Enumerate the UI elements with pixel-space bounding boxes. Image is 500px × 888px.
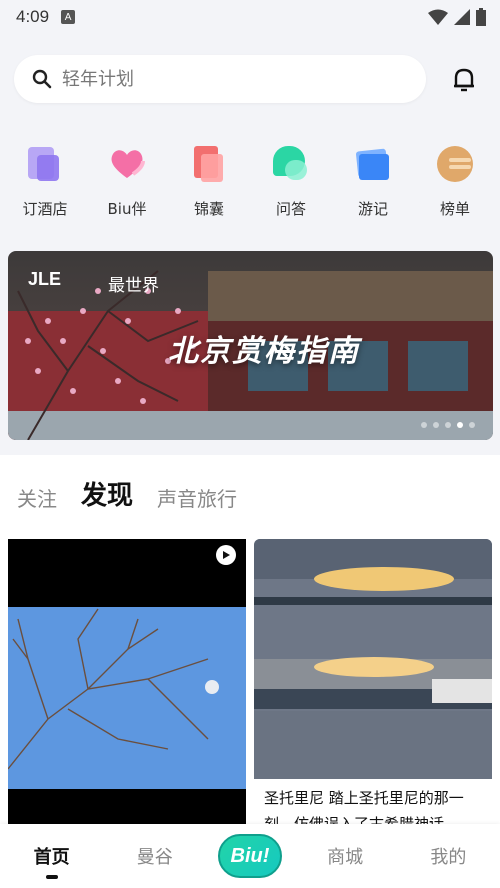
bottom-nav: 首页 曼谷 Biu! 商城 我的 [0, 824, 500, 888]
nav-mango[interactable]: 曼谷 [115, 843, 195, 869]
carousel-dot [469, 422, 475, 428]
quick-access-row: 订酒店 Biu伴 锦囊 问答 游记 榜单 [0, 144, 500, 224]
nav-home[interactable]: 首页 [12, 843, 92, 879]
battery-icon [476, 8, 486, 26]
carousel-dots [421, 422, 475, 428]
quick-item-hotel[interactable]: 订酒店 [8, 144, 82, 224]
quick-label: 订酒店 [22, 200, 68, 218]
quick-item-tips[interactable]: 锦囊 [172, 144, 246, 224]
banner-title: 北京赏梅指南 [168, 334, 360, 369]
quick-label: 榜单 [439, 200, 470, 218]
bell-icon[interactable] [452, 67, 476, 93]
carousel-dot [433, 422, 439, 428]
bag-icon [189, 144, 229, 184]
nav-mine[interactable]: 我的 [408, 843, 488, 869]
quick-label: Biu伴 [107, 200, 147, 218]
signal-icon [454, 9, 470, 25]
search-icon [32, 69, 52, 89]
feed-card-santorini[interactable] [254, 539, 492, 779]
ranking-icon [435, 144, 475, 184]
search-box[interactable] [14, 55, 426, 103]
quick-item-biu-partner[interactable]: Biu伴 [90, 144, 164, 224]
tab-discover-label: 发现 [81, 481, 134, 511]
wifi-icon [428, 9, 448, 25]
feed-card-video[interactable] [8, 539, 246, 829]
status-bar: 4:09 A [0, 0, 500, 34]
banner-logo-sub: 最世界 [108, 276, 159, 296]
feed-tabs: 关注 发现 声音旅行 [17, 475, 237, 512]
card-image-sunset [254, 539, 492, 779]
nav-mall[interactable]: 商城 [305, 843, 385, 869]
notification-badge-icon: A [61, 10, 76, 24]
quick-item-ranking[interactable]: 榜单 [418, 144, 492, 224]
quick-item-travelogue[interactable]: 游记 [336, 144, 410, 224]
search-input[interactable] [62, 68, 382, 90]
quick-label: 游记 [357, 200, 388, 218]
tab-follow[interactable]: 关注 [17, 483, 57, 512]
play-icon[interactable] [216, 545, 236, 565]
hotel-icon [25, 144, 65, 184]
carousel-dot-active [457, 422, 463, 428]
banner-logo: JLE [28, 269, 62, 289]
chat-icon [271, 144, 311, 184]
carousel-dot [445, 422, 451, 428]
tab-discover[interactable]: 发现 [81, 475, 134, 512]
card-image-branches [8, 607, 246, 789]
status-icons [428, 8, 486, 26]
quick-label: 问答 [275, 200, 306, 218]
banner-carousel[interactable]: JLE 最世界 北京赏梅指南 [8, 251, 493, 440]
carousel-dot [421, 422, 427, 428]
tab-audio-travel[interactable]: 声音旅行 [157, 483, 237, 512]
notes-icon [353, 144, 393, 184]
search-row [14, 55, 486, 103]
status-time: 4:09 [16, 7, 50, 26]
heart-icon [107, 144, 147, 184]
quick-label: 锦囊 [193, 200, 224, 218]
quick-item-qa[interactable]: 问答 [254, 144, 328, 224]
nav-biu-button[interactable]: Biu! [217, 834, 282, 878]
